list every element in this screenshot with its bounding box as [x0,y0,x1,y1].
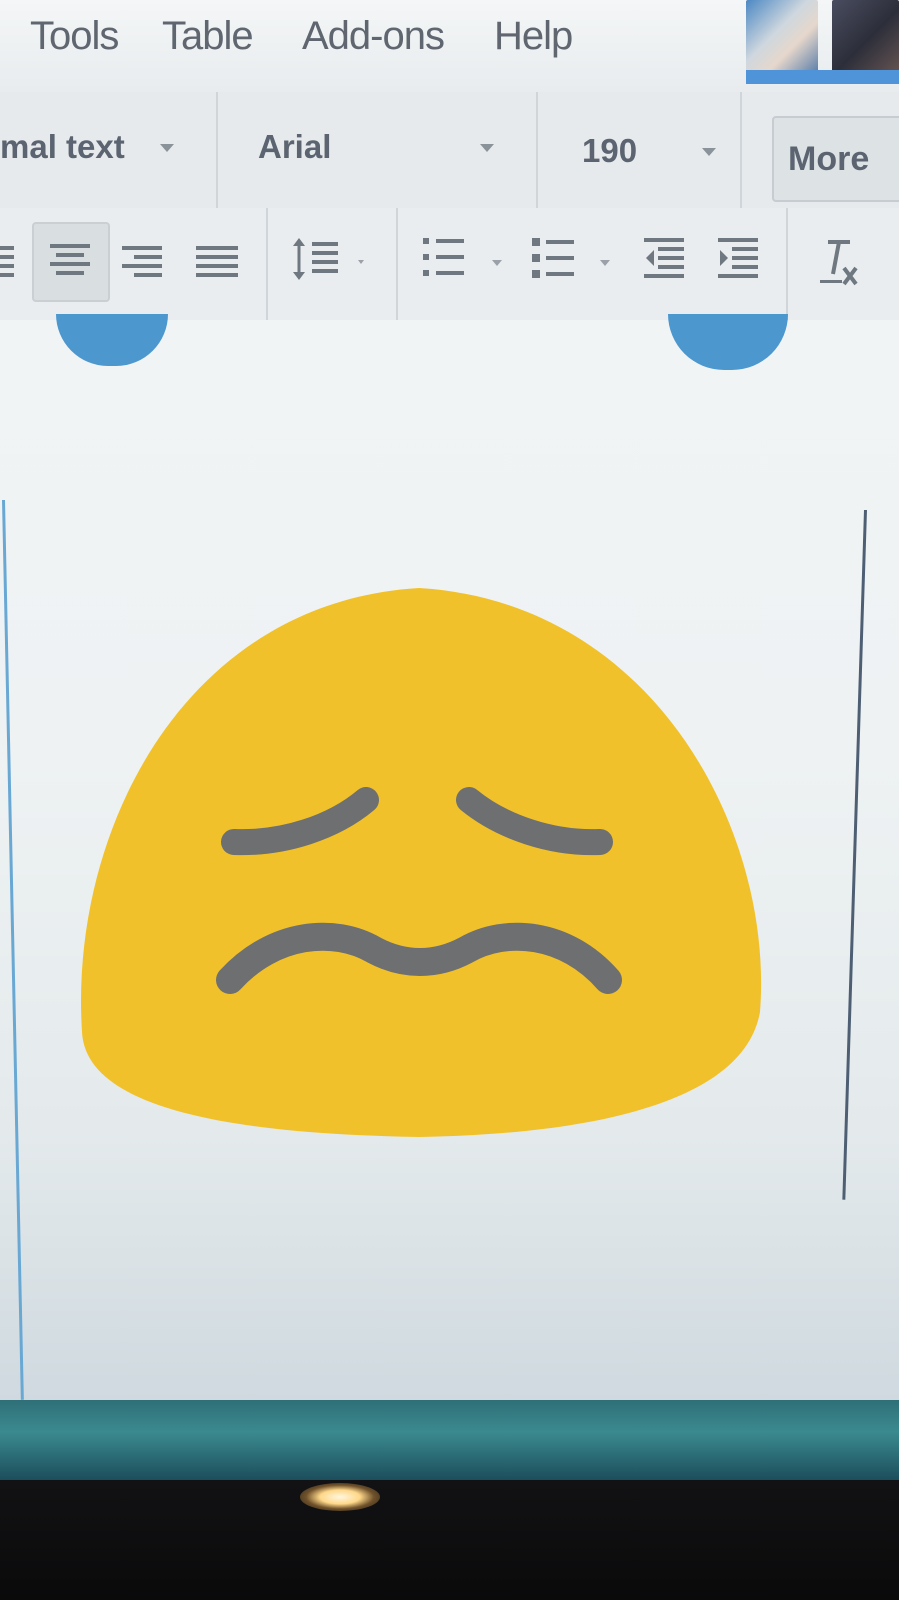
bulleted-list-icon [532,238,610,278]
menu-add-ons[interactable]: Add-ons [302,14,445,59]
increase-indent-icon [718,238,758,278]
bulleted-list-button[interactable] [530,232,626,292]
divider [396,208,398,320]
paragraph-toolbar [0,208,899,322]
monitor-bezel [0,1480,899,1600]
font-family-select[interactable]: Arial [218,92,538,208]
clear-formatting-button[interactable] [814,234,874,294]
align-left-icon[interactable] [0,246,14,282]
numbered-list-button[interactable] [420,232,516,292]
divider [786,208,788,320]
more-label: More [788,140,870,178]
menu-bar: Tools Table Add-ons Help [0,0,899,92]
paragraph-style-value: mal text [0,128,125,165]
menu-table[interactable]: Table [162,14,254,59]
decrease-indent-icon [644,238,684,278]
font-size-value: 190 [582,132,638,169]
justify-icon[interactable] [196,246,238,282]
line-spacing-icon [293,238,364,280]
menu-tools[interactable]: Tools [30,14,119,59]
decrease-indent-button[interactable] [642,232,688,292]
align-center-icon [50,244,90,280]
light-glare [300,1483,380,1511]
screen-bottom-edge [0,1400,899,1480]
menu-help[interactable]: Help [494,14,573,59]
confounded-face-icon[interactable] [74,582,764,1147]
align-center-button[interactable] [32,222,110,302]
font-family-value: Arial [258,128,332,165]
page-border [2,499,24,1400]
more-button[interactable]: More [772,116,899,202]
line-spacing-button[interactable] [290,232,380,292]
chevron-down-icon [480,144,494,152]
increase-indent-button[interactable] [716,232,762,292]
format-toolbar: mal text Arial 190 [0,92,899,209]
clear-formatting-icon [820,240,858,286]
decorative-shape [56,314,168,366]
paragraph-style-select[interactable]: mal text [0,92,218,208]
chevron-down-icon [702,148,716,156]
decorative-shape [668,314,788,370]
collaborator-indicator [746,70,899,84]
page-border [842,509,867,1200]
font-size-select[interactable]: 190 [538,92,742,208]
numbered-list-icon [423,238,502,276]
chevron-down-icon [160,144,174,152]
divider [266,208,268,320]
align-right-icon[interactable] [122,246,162,282]
